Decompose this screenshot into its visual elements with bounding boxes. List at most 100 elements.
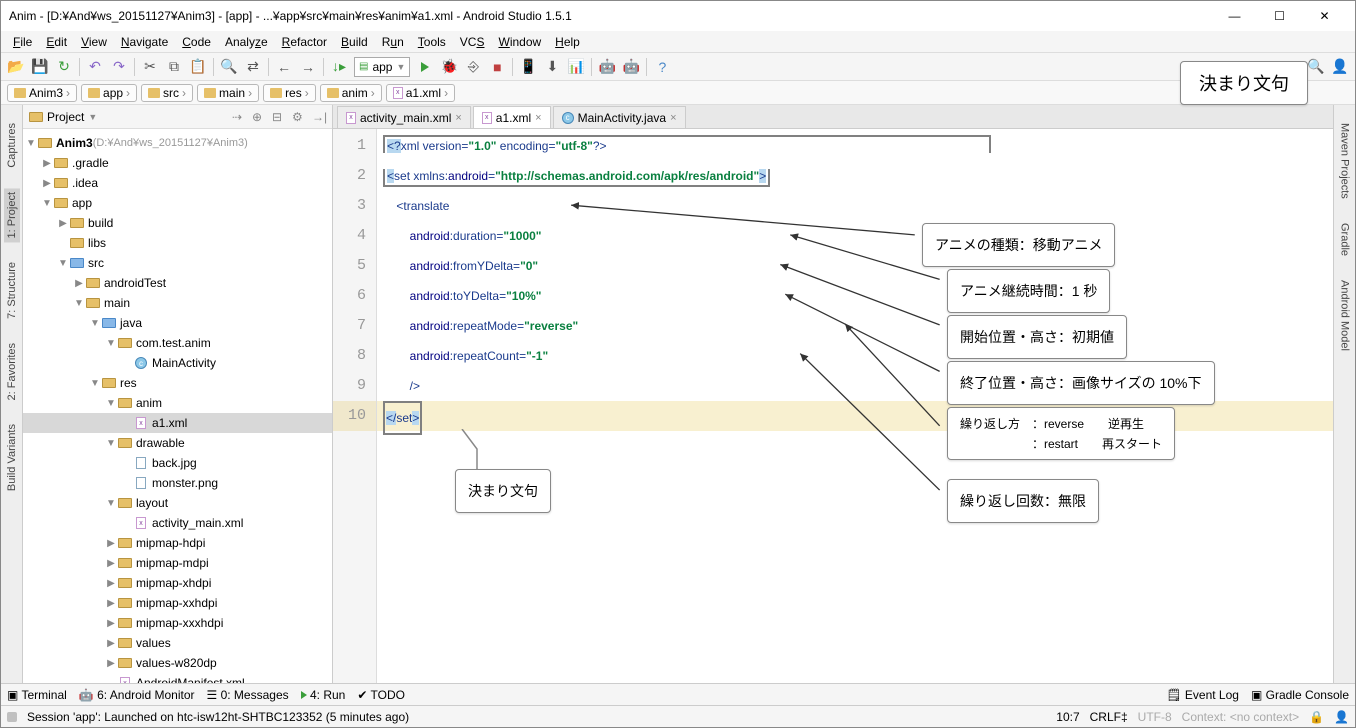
tree-node[interactable]: ▶build	[23, 213, 332, 233]
menu-build[interactable]: Build	[335, 33, 374, 51]
tree-node[interactable]: ▼anim	[23, 393, 332, 413]
debug-icon[interactable]: 🐞	[440, 58, 458, 76]
tree-node[interactable]: cMainActivity	[23, 353, 332, 373]
tree-node[interactable]: ▶mipmap-xxhdpi	[23, 593, 332, 613]
tab-gradle[interactable]: Gradle	[1337, 219, 1353, 260]
breadcrumb[interactable]: app›	[81, 84, 137, 102]
menu-refactor[interactable]: Refactor	[276, 33, 333, 51]
tree-node[interactable]: ▼Anim3 (D:¥And¥ws_20151127¥Anim3)	[23, 133, 332, 153]
tab-messages[interactable]: ☰ 0: Messages	[207, 688, 289, 702]
run-config-select[interactable]: ▤ app ▼	[354, 57, 410, 77]
tab-structure[interactable]: 7: Structure	[4, 258, 20, 323]
tree-node[interactable]: xactivity_main.xml	[23, 513, 332, 533]
make-icon[interactable]: ↓▸	[330, 58, 348, 76]
tree-node[interactable]: ▼res	[23, 373, 332, 393]
paste-icon[interactable]: 📋	[189, 58, 207, 76]
tree-node[interactable]: ▼layout	[23, 493, 332, 513]
collapse-icon[interactable]: ⊟	[272, 110, 286, 124]
menu-vcs[interactable]: VCS	[454, 33, 491, 51]
tree-node[interactable]: ▼com.test.anim	[23, 333, 332, 353]
gear-icon[interactable]: ⚙	[292, 110, 306, 124]
run-icon[interactable]	[416, 58, 434, 76]
tree-node[interactable]: xAndroidManifest.xml	[23, 673, 332, 683]
close-button[interactable]: ✕	[1302, 2, 1347, 30]
user-icon[interactable]: 👤	[1331, 58, 1349, 76]
tab-todo[interactable]: ✔ TODO	[357, 688, 405, 702]
tab-maven[interactable]: Maven Projects	[1337, 119, 1353, 203]
tree-node[interactable]: ▼java	[23, 313, 332, 333]
save-icon[interactable]: 💾	[31, 58, 49, 76]
undo-icon[interactable]: ↶	[86, 58, 104, 76]
tab-captures[interactable]: Captures	[4, 119, 20, 172]
tree-node[interactable]: libs	[23, 233, 332, 253]
lock-icon[interactable]: 🔒	[1309, 710, 1324, 724]
redo-icon[interactable]: ↷	[110, 58, 128, 76]
tree-node[interactable]: ▶.idea	[23, 173, 332, 193]
line-sep[interactable]: CRLF‡	[1090, 710, 1128, 724]
breadcrumb[interactable]: main›	[197, 84, 259, 102]
stop-icon[interactable]: ■	[488, 58, 506, 76]
tree-node[interactable]: ▶values-w820dp	[23, 653, 332, 673]
replace-icon[interactable]: ⇄	[244, 58, 262, 76]
tab-terminal[interactable]: ▣ Terminal	[7, 688, 67, 702]
cursor-pos[interactable]: 10:7	[1056, 710, 1079, 724]
tree-node[interactable]: ▶androidTest	[23, 273, 332, 293]
code-content[interactable]: <?xml version="1.0" encoding="utf-8"?> <…	[377, 129, 1333, 683]
minimize-button[interactable]: —	[1212, 2, 1257, 30]
menu-help[interactable]: Help	[549, 33, 586, 51]
menu-navigate[interactable]: Navigate	[115, 33, 174, 51]
tab-favorites[interactable]: 2: Favorites	[4, 339, 20, 404]
scroll-from-icon[interactable]: ⇢	[232, 110, 246, 124]
menu-run[interactable]: Run	[376, 33, 410, 51]
tree-node[interactable]: monster.png	[23, 473, 332, 493]
android-icon[interactable]: 🤖	[598, 58, 616, 76]
editor-tab[interactable]: cMainActivity.java×	[553, 106, 686, 128]
editor-tab-active[interactable]: xa1.xml×	[473, 106, 551, 128]
close-icon[interactable]: ×	[535, 112, 541, 124]
tab-gradle-console[interactable]: ▣ Gradle Console	[1251, 688, 1349, 702]
sync-icon[interactable]: ↻	[55, 58, 73, 76]
encoding[interactable]: UTF-8	[1138, 710, 1172, 724]
tree-node-selected[interactable]: xa1.xml	[23, 413, 332, 433]
tree-node[interactable]: ▼src	[23, 253, 332, 273]
code-editor[interactable]: 12345 678910 <?xml version="1.0" encodin…	[333, 129, 1333, 683]
sdk-icon[interactable]: ⬇	[543, 58, 561, 76]
breadcrumb[interactable]: xa1.xml›	[386, 84, 455, 102]
hector-icon[interactable]: 👤	[1334, 710, 1349, 724]
copy-icon[interactable]: ⧉	[165, 58, 183, 76]
menu-window[interactable]: Window	[492, 33, 547, 51]
tree-node[interactable]: ▶.gradle	[23, 153, 332, 173]
scroll-to-icon[interactable]: ⊕	[252, 110, 266, 124]
project-tree[interactable]: ▼Anim3 (D:¥And¥ws_20151127¥Anim3) ▶.grad…	[23, 129, 332, 683]
tree-node[interactable]: ▶mipmap-mdpi	[23, 553, 332, 573]
breadcrumb[interactable]: Anim3›	[7, 84, 77, 102]
close-icon[interactable]: ×	[670, 112, 676, 124]
breadcrumb[interactable]: anim›	[320, 84, 382, 102]
menu-tools[interactable]: Tools	[412, 33, 452, 51]
menu-file[interactable]: File	[7, 33, 38, 51]
tab-android-monitor[interactable]: 🤖 6: Android Monitor	[79, 688, 195, 702]
tree-node[interactable]: ▼app	[23, 193, 332, 213]
android2-icon[interactable]: 🤖	[622, 58, 640, 76]
help-icon[interactable]: ?	[653, 58, 671, 76]
context[interactable]: Context: <no context>	[1182, 710, 1299, 724]
tree-node[interactable]: ▶values	[23, 633, 332, 653]
tree-node[interactable]: ▶mipmap-xhdpi	[23, 573, 332, 593]
cut-icon[interactable]: ✂	[141, 58, 159, 76]
ddms-icon[interactable]: 📊	[567, 58, 585, 76]
tab-run[interactable]: 4: Run	[301, 688, 346, 702]
menu-code[interactable]: Code	[176, 33, 217, 51]
breadcrumb[interactable]: src›	[141, 84, 193, 102]
search-everywhere-icon[interactable]: 🔍	[1307, 58, 1325, 76]
close-icon[interactable]: ×	[455, 112, 461, 124]
tab-project[interactable]: 1: Project	[4, 188, 20, 242]
status-icon[interactable]	[7, 712, 17, 722]
avd-icon[interactable]: 📱	[519, 58, 537, 76]
menu-edit[interactable]: Edit	[40, 33, 73, 51]
tree-node[interactable]: back.jpg	[23, 453, 332, 473]
tab-android-model[interactable]: Android Model	[1337, 276, 1353, 355]
forward-icon[interactable]: →	[299, 58, 317, 76]
hide-icon[interactable]: →|	[312, 110, 326, 124]
tree-node[interactable]: ▶mipmap-xxxhdpi	[23, 613, 332, 633]
tree-node[interactable]: ▼main	[23, 293, 332, 313]
